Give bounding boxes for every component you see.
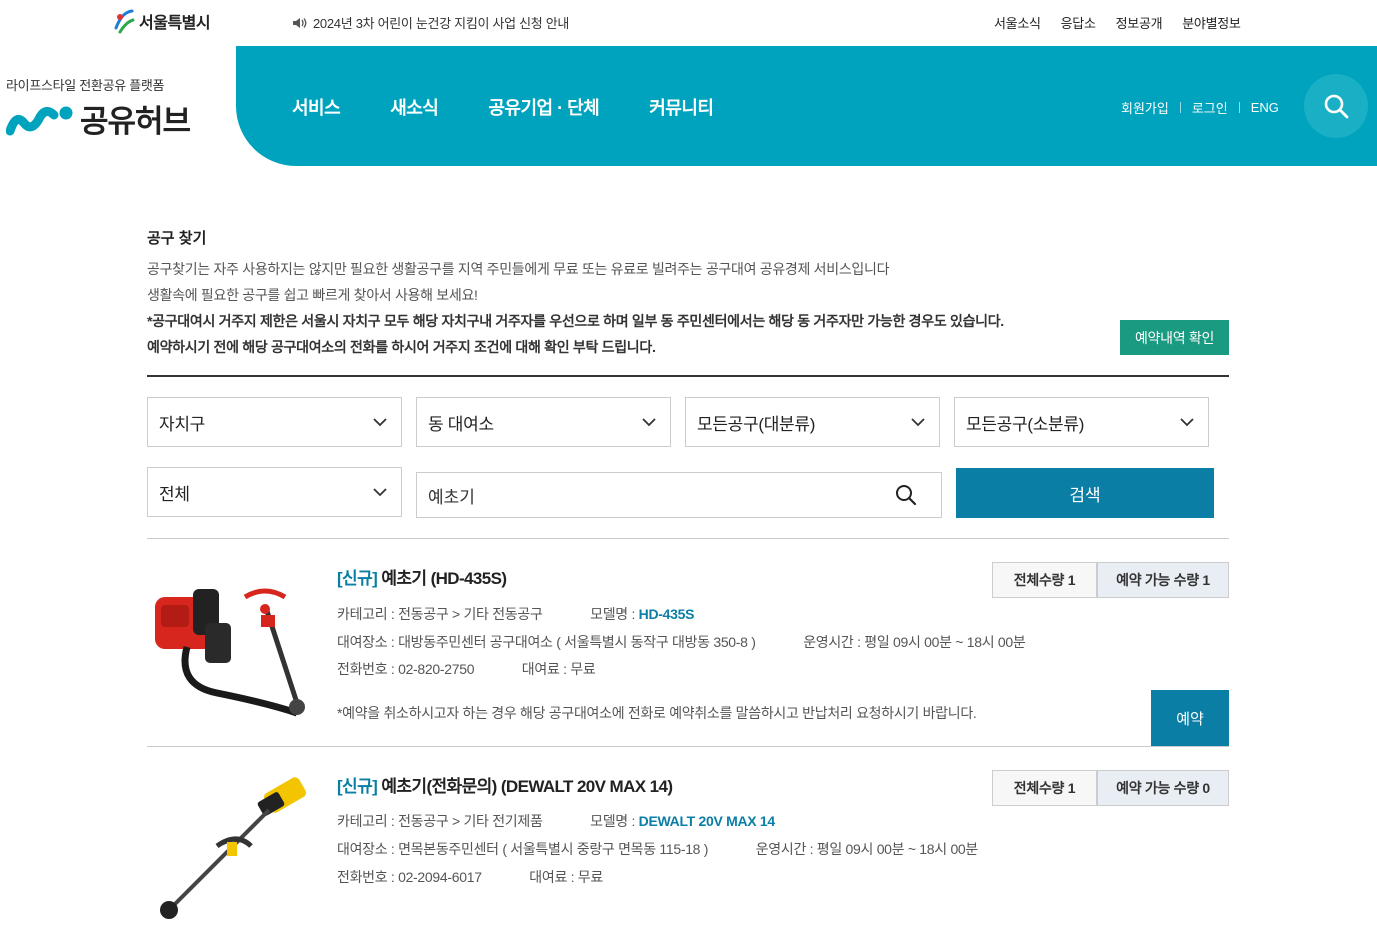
- login-link[interactable]: 로그인: [1192, 98, 1228, 117]
- search-scope-select-value: 전체: [159, 484, 190, 504]
- book-button[interactable]: 예약: [1151, 690, 1229, 747]
- main-menu: 서비스 새소식 공유기업 · 단체 커뮤니티: [292, 94, 714, 120]
- sharehub-logo-icon: [6, 106, 73, 135]
- rental-fee: 대여료 : 무료: [529, 869, 603, 885]
- chevron-down-icon: [911, 418, 925, 427]
- phone-number: 전화번호 : 02-820-2750: [337, 661, 475, 677]
- page-title: 공구 찾기: [147, 230, 207, 247]
- search-icon: [1324, 94, 1349, 119]
- seoul-city-logo[interactable]: 서울특별시: [112, 8, 211, 34]
- item-name: 예초기 (HD-435S): [381, 569, 507, 588]
- rental-office-select-value: 동 대여소: [428, 414, 494, 434]
- rental-place: 대여장소 : 면목본동주민센터 ( 서울특별시 중랑구 면목동 115-18 ): [337, 841, 709, 857]
- divider: [147, 746, 1229, 747]
- divider: [147, 375, 1229, 377]
- model-name: DEWALT 20V MAX 14: [638, 813, 776, 829]
- english-link[interactable]: ENG: [1251, 100, 1279, 115]
- signup-link[interactable]: 회원가입: [1121, 98, 1169, 117]
- item-name: 예초기(전화문의) (DEWALT 20V MAX 14): [381, 777, 673, 796]
- nav-item-community[interactable]: 커뮤니티: [649, 94, 714, 120]
- item-title[interactable]: [신규] 예초기 (HD-435S): [337, 564, 507, 589]
- major-category-select[interactable]: 모든공구(대분류): [685, 397, 940, 447]
- reservation-history-button[interactable]: 예약내역 확인: [1120, 320, 1229, 355]
- new-badge: [신규]: [337, 777, 378, 796]
- item-meta-row: 대여장소 : 대방동주민센터 공구대여소 ( 서울특별시 동작구 대방동 350…: [337, 632, 1026, 652]
- top-bar: 서울특별시 2024년 3차 어린이 눈건강 지킴이 사업 신청 안내 서울소식…: [0, 0, 1377, 46]
- item-category: 카테고리 : 전동공구 > 기타 전기제품: [337, 813, 543, 829]
- intro-section: 공구 찾기 공구찾기는 자주 사용하지는 않지만 필요한 생활공구를 지역 주민…: [147, 227, 1229, 360]
- rental-fee: 대여료 : 무료: [521, 661, 596, 677]
- chevron-down-icon: [373, 418, 387, 427]
- available-quantity-badge: 예약 가능 수량 0: [1097, 770, 1229, 806]
- item-meta-row: 대여장소 : 면목본동주민센터 ( 서울특별시 중랑구 면목동 115-18 )…: [337, 839, 978, 859]
- seoul-logo-text: 서울특별시: [139, 15, 211, 32]
- model-label: 모델명 :: [590, 606, 639, 622]
- intro-line: 공구찾기는 자주 사용하지는 않지만 필요한 생활공구를 지역 주민들에게 무료…: [147, 261, 890, 277]
- rental-office-select[interactable]: 동 대여소: [416, 397, 671, 447]
- item-category: 카테고리 : 전동공구 > 기타 전동공구: [337, 606, 543, 622]
- cordless-trimmer-image[interactable]: [147, 776, 317, 926]
- divider: [147, 538, 1229, 539]
- new-badge: [신규]: [337, 569, 378, 588]
- util-link-info-disclosure[interactable]: 정보공개: [1116, 13, 1163, 32]
- rental-place: 대여장소 : 대방동주민센터 공구대여소 ( 서울특별시 동작구 대방동 350…: [337, 634, 756, 650]
- list-item: [신규] 예초기 (HD-435S) 전체수량 1 예약 가능 수량 1 카테고…: [147, 560, 1229, 747]
- speaker-icon: [293, 17, 307, 28]
- utility-links: 서울소식 응답소 정보공개 분야별정보: [994, 13, 1241, 32]
- nav-item-services[interactable]: 서비스: [292, 94, 341, 120]
- available-quantity-badge: 예약 가능 수량 1: [1097, 562, 1229, 598]
- list-item: [신규] 예초기(전화문의) (DEWALT 20V MAX 14) 전체수량 …: [147, 768, 1229, 919]
- operating-hours: 운영시간 : 평일 09시 00분 ~ 18시 00분: [755, 841, 979, 857]
- util-link-seoul-news[interactable]: 서울소식: [994, 13, 1041, 32]
- keyword-input[interactable]: 예초기: [416, 472, 942, 518]
- nav-item-news[interactable]: 새소식: [390, 94, 439, 120]
- major-category-select-value: 모든공구(대분류): [697, 414, 816, 434]
- minor-category-select[interactable]: 모든공구(소분류): [954, 397, 1209, 447]
- chevron-down-icon: [373, 488, 387, 497]
- operating-hours: 운영시간 : 평일 09시 00분 ~ 18시 00분: [803, 634, 1026, 650]
- district-select[interactable]: 자치구: [147, 397, 402, 447]
- item-meta-row: 전화번호 : 02-820-2750 대여료 : 무료: [337, 659, 596, 679]
- brand-logo[interactable]: 공유허브: [6, 96, 191, 141]
- item-meta-row: 카테고리 : 전동공구 > 기타 전동공구 모델명 : HD-435S: [337, 604, 694, 624]
- item-meta-row: 카테고리 : 전동공구 > 기타 전기제품 모델명 : DEWALT 20V M…: [337, 811, 775, 831]
- util-link-field-info[interactable]: 분야별정보: [1182, 13, 1241, 32]
- intro-warning: 예약하시기 전에 해당 공구대여소의 전화를 하시어 거주지 조건에 대해 확인…: [147, 339, 656, 355]
- intro-line: 생활속에 필요한 공구를 쉽고 빠르게 찾아서 사용해 보세요!: [147, 287, 478, 303]
- search-button[interactable]: 검색: [956, 468, 1214, 518]
- divider: [1238, 102, 1240, 113]
- chevron-down-icon: [642, 418, 656, 427]
- search-scope-select[interactable]: 전체: [147, 467, 402, 517]
- site-search-button[interactable]: [1304, 74, 1368, 138]
- item-title[interactable]: [신규] 예초기(전화문의) (DEWALT 20V MAX 14): [337, 772, 673, 797]
- main-nav-panel: 서비스 새소식 공유기업 · 단체 커뮤니티 회원가입 로그인 ENG: [236, 46, 1377, 166]
- item-meta-row: 전화번호 : 02-2094-6017 대여료 : 무료: [337, 867, 603, 887]
- divider: [1179, 102, 1181, 113]
- total-quantity-badge: 전체수량 1: [992, 562, 1097, 598]
- brand-subtitle: 라이프스타일 전환공유 플랫폼: [6, 78, 165, 93]
- model-label: 모델명 :: [590, 813, 639, 829]
- phone-number: 전화번호 : 02-2094-6017: [337, 869, 482, 885]
- district-select-value: 자치구: [159, 414, 206, 434]
- user-links: 회원가입 로그인 ENG: [1121, 98, 1279, 117]
- notice-text: 2024년 3차 어린이 눈건강 지킴이 사업 신청 안내: [313, 16, 570, 31]
- util-link-eungdapso[interactable]: 응답소: [1061, 13, 1096, 32]
- nav-item-companies[interactable]: 공유기업 · 단체: [488, 94, 599, 120]
- minor-category-select-value: 모든공구(소분류): [966, 414, 1085, 434]
- chevron-down-icon: [1180, 418, 1194, 427]
- brand-name: 공유허브: [80, 104, 191, 139]
- search-icon[interactable]: [895, 484, 917, 506]
- brush-cutter-image[interactable]: [147, 575, 317, 725]
- total-quantity-badge: 전체수량 1: [992, 770, 1097, 806]
- seoul-logo-icon: [114, 9, 135, 34]
- cancel-note: *예약을 취소하시고자 하는 경우 해당 공구대여소에 전화로 예약취소를 말씀…: [337, 705, 977, 721]
- intro-warning: *공구대여시 거주지 제한은 서울시 자치구 모두 해당 자치구내 거주자를 우…: [147, 313, 1004, 329]
- model-name: HD-435S: [638, 606, 695, 622]
- keyword-input-value: 예초기: [428, 487, 475, 507]
- notice-banner[interactable]: 2024년 3차 어린이 눈건강 지킴이 사업 신청 안내: [292, 13, 569, 32]
